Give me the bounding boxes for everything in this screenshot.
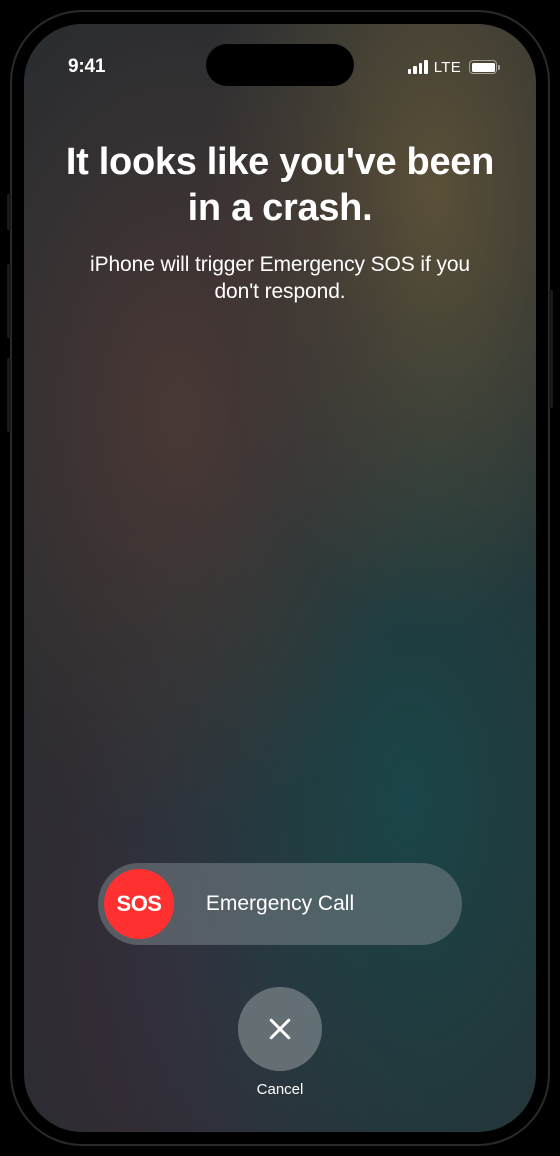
cancel-button[interactable]	[238, 987, 322, 1071]
status-right-cluster: LTE	[408, 59, 500, 76]
cellular-signal-icon	[408, 60, 428, 74]
cancel-label: Cancel	[257, 1081, 304, 1098]
volume-down-button	[7, 358, 11, 432]
crash-subtext: iPhone will trigger Emergency SOS if you…	[48, 251, 512, 306]
side-button	[549, 290, 553, 408]
crash-headline: It looks like you've been in a crash.	[48, 140, 512, 231]
spacer	[48, 306, 512, 863]
cancel-group: Cancel	[48, 987, 512, 1098]
battery-icon	[469, 60, 500, 74]
status-time: 9:41	[68, 56, 105, 78]
dynamic-island	[206, 44, 354, 86]
mute-switch	[7, 194, 11, 230]
slider-label: Emergency Call	[206, 892, 354, 916]
close-icon	[265, 1014, 295, 1044]
sos-icon: SOS	[117, 891, 162, 917]
sos-slider-knob[interactable]: SOS	[104, 869, 174, 939]
volume-up-button	[7, 264, 11, 338]
emergency-call-slider[interactable]: SOS Emergency Call	[98, 863, 462, 945]
screen: 9:41 LTE It looks like you've been in a …	[24, 24, 536, 1132]
content-area: It looks like you've been in a crash. iP…	[24, 88, 536, 1132]
network-label: LTE	[434, 59, 461, 76]
iphone-frame: 9:41 LTE It looks like you've been in a …	[10, 10, 550, 1146]
